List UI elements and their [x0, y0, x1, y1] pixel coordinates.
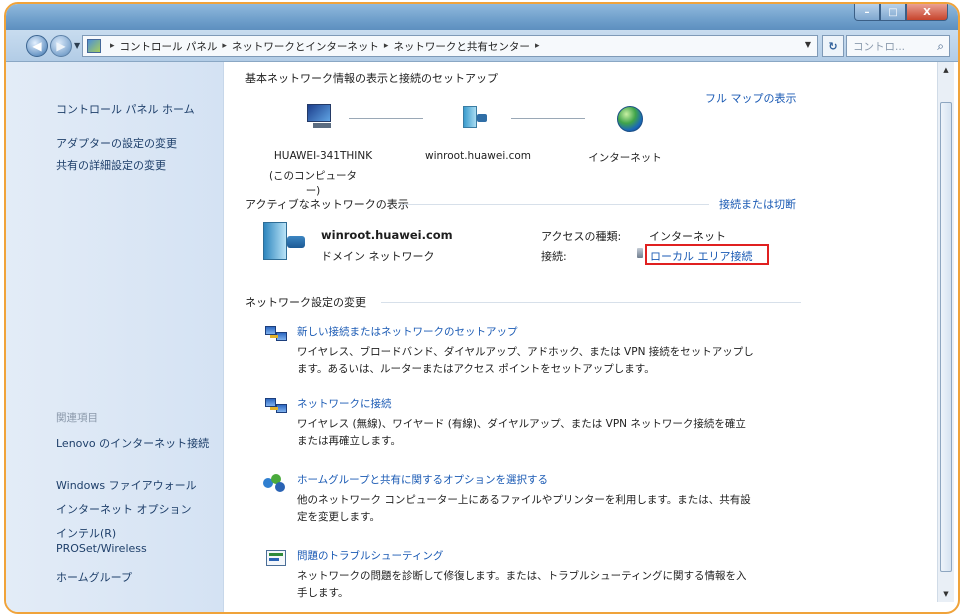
- task-new-connection-link[interactable]: 新しい接続またはネットワークのセットアップ: [297, 324, 518, 339]
- connection-label: 接続:: [541, 250, 567, 263]
- sidebar-related-lenovo[interactable]: Lenovo のインターネット接続: [56, 436, 212, 451]
- back-button[interactable]: ◀: [26, 35, 48, 57]
- main-content: 基本ネットワーク情報の表示と接続のセットアップ フル マップの表示 HUAWEI…: [225, 62, 929, 612]
- connect-network-icon: [265, 396, 289, 416]
- maximize-button[interactable]: □: [880, 4, 906, 21]
- network-name: winroot.huawei.com: [321, 228, 453, 242]
- task-desc-line: ワイヤレス、ブロードバンド、ダイヤルアップ、アドホック、または VPN 接続をセ…: [297, 346, 754, 358]
- sidebar-related-homegroup[interactable]: ホームグループ: [56, 570, 132, 585]
- close-button[interactable]: X: [906, 4, 948, 21]
- navigation-bar: ◀ ▶ ▼ ▸ コントロール パネル ▸ ネットワークとインターネット ▸ ネッ…: [6, 30, 958, 62]
- minimize-button[interactable]: –: [854, 4, 880, 21]
- task-homegroup-desc: 他のネットワーク コンピューター上にあるファイルやプリンターを利用します。または…: [297, 492, 817, 526]
- search-icon[interactable]: ⌕: [937, 39, 944, 54]
- map-connector: [349, 118, 423, 119]
- network-plug-icon: [637, 248, 643, 258]
- scroll-thumb[interactable]: [940, 102, 952, 572]
- sidebar-related-heading: 関連項目: [56, 412, 98, 424]
- back-arrow-icon: ◀: [32, 39, 42, 53]
- computer-name-label: HUAWEI-341THINK: [273, 150, 373, 162]
- internet-globe-icon: [617, 106, 643, 132]
- sidebar-home-link[interactable]: コントロール パネル ホーム: [56, 102, 195, 117]
- task-connect-network-link[interactable]: ネットワークに接続: [297, 396, 392, 411]
- section-divider: [381, 302, 801, 303]
- local-area-connection-link[interactable]: ローカル エリア接続: [650, 248, 753, 264]
- task-connect-network-desc: ワイヤレス (無線)、ワイヤード (有線)、ダイヤルアップ、または VPN ネッ…: [297, 416, 817, 450]
- forward-arrow-icon: ▶: [56, 39, 66, 53]
- sidebar-related-firewall[interactable]: Windows ファイアウォール: [56, 478, 197, 493]
- task-troubleshoot-link[interactable]: 問題のトラブルシューティング: [297, 548, 443, 563]
- recent-pages-dropdown-icon[interactable]: ▼: [74, 41, 80, 50]
- refresh-button[interactable]: ↻: [822, 35, 844, 57]
- breadcrumb-separator-icon[interactable]: ▸: [384, 41, 389, 51]
- vertical-scrollbar[interactable]: ▲ ▼: [937, 62, 954, 602]
- refresh-icon: ↻: [828, 39, 838, 53]
- breadcrumb-separator-icon[interactable]: ▸: [535, 41, 540, 51]
- task-desc-line: 定を変更します。: [297, 511, 380, 523]
- computer-icon: [305, 104, 339, 130]
- minimize-icon: –: [864, 6, 870, 18]
- section-divider: [401, 204, 709, 205]
- sidebar-related-internet-options[interactable]: インターネット オプション: [56, 502, 192, 517]
- forward-button[interactable]: ▶: [50, 35, 72, 57]
- sidebar-link-advanced-sharing[interactable]: 共有の詳細設定の変更: [56, 158, 166, 173]
- scroll-down-icon[interactable]: ▼: [938, 586, 954, 602]
- search-input[interactable]: コントロ... ⌕: [846, 35, 950, 57]
- breadcrumb-network-sharing-center[interactable]: ネットワークと共有センター: [393, 39, 530, 54]
- domain-network-icon: [461, 104, 491, 132]
- task-desc-line: ます。あるいは、ルーターまたはアクセス ポイントをセットアップします。: [297, 363, 655, 375]
- breadcrumb-separator-icon[interactable]: ▸: [110, 41, 115, 51]
- window-controls: – □ X: [854, 4, 948, 22]
- active-networks-title: アクティブなネットワークの表示: [245, 198, 409, 211]
- sidebar-link-adapter-settings[interactable]: アダプターの設定の変更: [56, 136, 177, 151]
- breadcrumb-network-internet[interactable]: ネットワークとインターネット: [232, 39, 379, 54]
- domain-label: winroot.huawei.com: [424, 150, 532, 162]
- network-setup-icon: [265, 324, 289, 344]
- task-homegroup-link[interactable]: ホームグループと共有に関するオプションを選択する: [297, 472, 548, 487]
- access-type-value: インターネット: [649, 230, 726, 243]
- task-troubleshoot-desc: ネットワークの問題を診断して修復します。または、トラブルシューティングに関する情…: [297, 568, 817, 602]
- domain-network-large-icon: [263, 222, 307, 262]
- task-new-connection-desc: ワイヤレス、ブロードバンド、ダイヤルアップ、アドホック、または VPN 接続をセ…: [297, 344, 817, 378]
- homegroup-icon: [263, 472, 287, 492]
- search-placeholder: コントロ...: [853, 40, 906, 53]
- task-desc-line: 手します。: [297, 587, 349, 599]
- title-bar[interactable]: – □ X: [6, 4, 958, 30]
- page-title: 基本ネットワーク情報の表示と接続のセットアップ: [245, 72, 498, 85]
- address-dropdown-icon[interactable]: ▼: [805, 40, 811, 49]
- task-desc-line: 他のネットワーク コンピューター上にあるファイルやプリンターを利用します。または…: [297, 494, 751, 506]
- network-type: ドメイン ネットワーク: [321, 250, 435, 263]
- sidebar: コントロール パネル ホーム アダプターの設定の変更 共有の詳細設定の変更 関連…: [6, 62, 224, 612]
- task-desc-line: ワイヤレス (無線)、ワイヤード (有線)、ダイヤルアップ、または VPN ネッ…: [297, 418, 746, 430]
- control-panel-icon: [87, 39, 101, 53]
- breadcrumb-control-panel[interactable]: コントロール パネル: [120, 39, 218, 54]
- breadcrumb-separator-icon[interactable]: ▸: [222, 41, 227, 51]
- maximize-icon: □: [888, 6, 898, 18]
- troubleshoot-icon: [265, 548, 289, 568]
- computer-sub-label: (このコンピューター): [268, 170, 358, 197]
- internet-label: インターネット: [588, 152, 662, 164]
- task-desc-line: または再確立します。: [297, 435, 401, 447]
- access-type-label: アクセスの種類:: [541, 230, 622, 243]
- map-connector: [511, 118, 585, 119]
- address-bar[interactable]: ▸ コントロール パネル ▸ ネットワークとインターネット ▸ ネットワークと共…: [82, 35, 818, 57]
- connect-disconnect-link[interactable]: 接続または切断: [719, 196, 796, 212]
- scroll-up-icon[interactable]: ▲: [938, 62, 954, 78]
- change-settings-title: ネットワーク設定の変更: [245, 296, 366, 309]
- task-desc-line: ネットワークの問題を診断して修復します。または、トラブルシューティングに関する情…: [297, 570, 747, 582]
- full-map-link[interactable]: フル マップの表示: [705, 90, 797, 106]
- sidebar-related-proset[interactable]: インテル(R) PROSet/Wireless: [56, 526, 176, 556]
- close-icon: X: [923, 6, 931, 18]
- window-frame: – □ X ◀ ▶ ▼ ▸ コントロール パネル ▸ ネットワークとインターネッ…: [4, 2, 960, 614]
